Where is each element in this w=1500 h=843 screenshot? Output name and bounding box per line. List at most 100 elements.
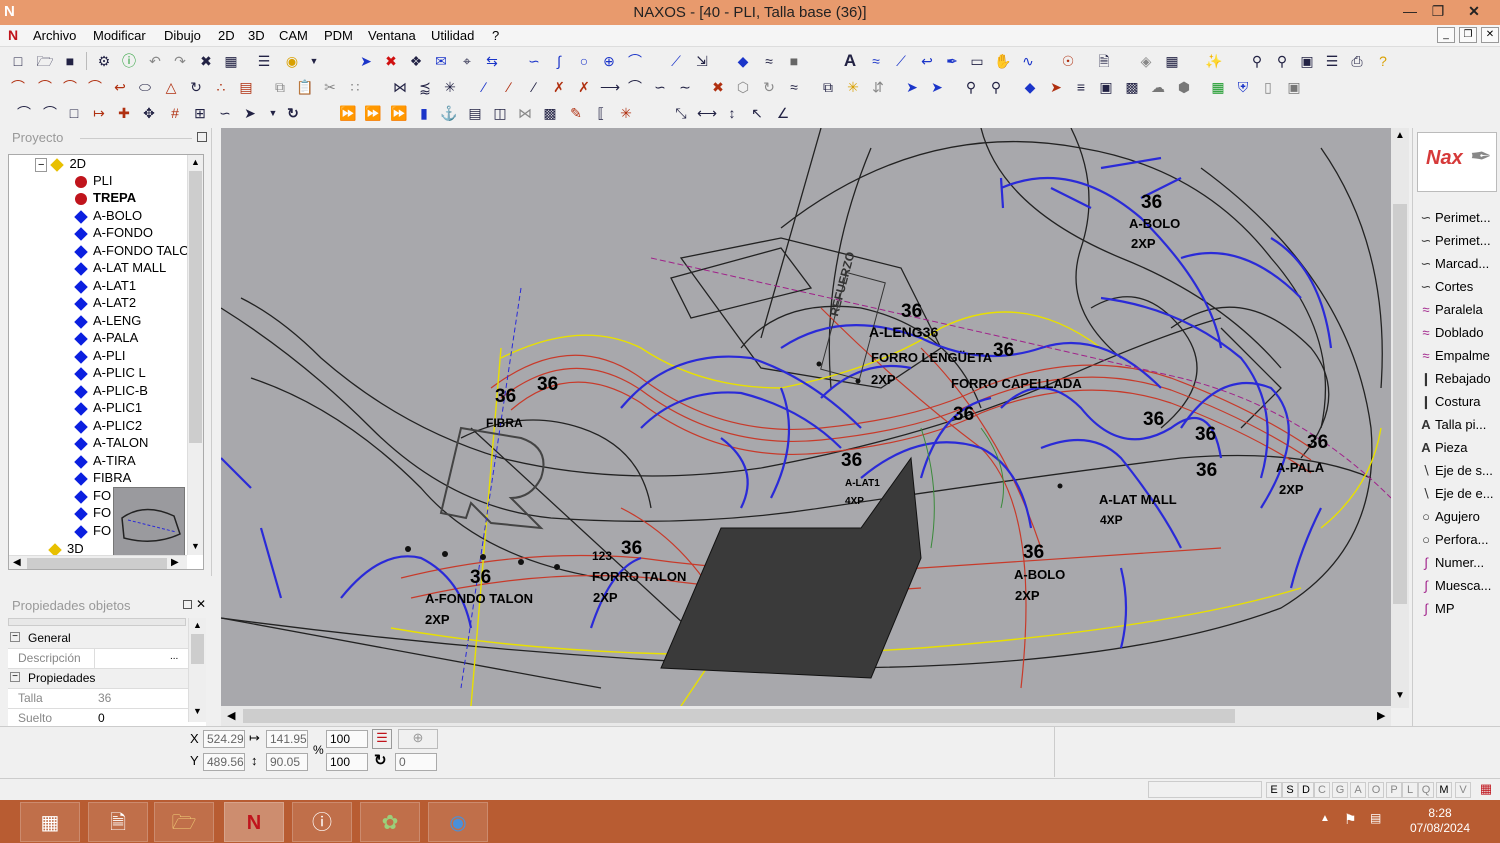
pointer-icon[interactable]: ➤: [240, 103, 260, 123]
sparkle-icon[interactable]: ✳: [616, 103, 636, 123]
tool-perimetro-2[interactable]: ∽ Perimet...: [1417, 233, 1500, 256]
tree-root-2d[interactable]: −2D: [35, 156, 203, 174]
network-icon[interactable]: ▦: [1476, 781, 1496, 799]
tree-vscroll[interactable]: ▲ ▼: [187, 155, 203, 555]
tool-perforacion[interactable]: ○ Perfora...: [1417, 532, 1500, 555]
properties-icon[interactable]: ▦: [221, 51, 241, 71]
tool-mp[interactable]: ∫ MP: [1417, 601, 1500, 624]
document-icon[interactable]: 🗎: [1094, 51, 1114, 71]
info-taskbar-icon[interactable]: ⓘ: [292, 802, 352, 842]
scroll-up-icon[interactable]: ▲: [191, 157, 200, 167]
diamond-icon[interactable]: ◆: [733, 51, 753, 71]
cross-icon[interactable]: ✚: [114, 103, 134, 123]
step-icon[interactable]: ⌒: [625, 77, 645, 97]
tool-eje-simetria[interactable]: ∖ Eje de s...: [1417, 463, 1500, 486]
menu-3d[interactable]: 3D: [248, 28, 265, 43]
corner-tool2-icon[interactable]: ⌒: [40, 103, 60, 123]
corner-tool-icon[interactable]: ⌒: [14, 103, 34, 123]
tree-item-fibra[interactable]: FIBRA: [74, 470, 203, 488]
tool-agujero[interactable]: ○ Agujero: [1417, 509, 1500, 532]
export-icon[interactable]: ➤: [927, 77, 947, 97]
tool-doblado[interactable]: ≈ Doblado: [1417, 325, 1500, 348]
fade-icon[interactable]: ⏩: [389, 103, 409, 123]
mode-flag-l[interactable]: L: [1402, 782, 1418, 798]
undo-icon[interactable]: ↶: [145, 51, 165, 71]
triangle-icon[interactable]: △: [161, 77, 181, 97]
align-icon[interactable]: ≡: [1071, 77, 1091, 97]
tree-item-a-fondo[interactable]: A-FONDO: [74, 225, 203, 243]
menu-dibujo[interactable]: Dibujo: [164, 28, 201, 43]
select-icon[interactable]: ➤: [356, 51, 376, 71]
plus-box-icon[interactable]: ⊞: [190, 103, 210, 123]
cylinder-icon[interactable]: ▮: [414, 103, 434, 123]
mode-flag-o[interactable]: O: [1368, 782, 1384, 798]
flag-icon[interactable]: ⚑: [1344, 811, 1357, 828]
scroll-thumb[interactable]: [1393, 204, 1407, 604]
bracket-icon[interactable]: ⟦: [591, 103, 611, 123]
zigzag-icon[interactable]: ≈: [759, 51, 779, 71]
menu-utilidad[interactable]: Utilidad: [431, 28, 474, 43]
wand-icon[interactable]: ✨: [1204, 51, 1224, 71]
cursor-icon[interactable]: ➤: [1046, 77, 1066, 97]
hook-icon[interactable]: ↩: [917, 51, 937, 71]
menu-pdm[interactable]: PDM: [324, 28, 353, 43]
mode-flag-v[interactable]: V: [1455, 782, 1471, 798]
x-coordinate-field[interactable]: 524.29: [203, 730, 245, 748]
tree-hscroll[interactable]: ◀ ▶: [9, 555, 187, 569]
pattern-drawing[interactable]: [221, 128, 1391, 706]
magnify-minus-icon[interactable]: ⚲: [986, 77, 1006, 97]
chevron-down-icon[interactable]: ▼: [263, 103, 283, 123]
radius-icon[interactable]: ↖: [747, 103, 767, 123]
zoom-icon[interactable]: ⚲: [1247, 51, 1267, 71]
break-icon[interactable]: ✗: [549, 77, 569, 97]
tree-item-trepa[interactable]: TREPA: [75, 190, 203, 208]
mode-flag-d[interactable]: D: [1298, 782, 1314, 798]
delete-icon[interactable]: ✖: [196, 51, 216, 71]
scribble-icon[interactable]: ≈: [784, 77, 804, 97]
chrome-taskbar-icon[interactable]: ◉: [428, 802, 488, 842]
tool-cortes[interactable]: ∽ Cortes: [1417, 279, 1500, 302]
mode-flag-p[interactable]: P: [1386, 782, 1402, 798]
remove-icon[interactable]: ✖: [381, 51, 401, 71]
vertical-dim-icon[interactable]: ↕: [722, 103, 742, 123]
scroll-down-icon[interactable]: ▼: [191, 541, 200, 551]
close-icon[interactable]: ✕: [1456, 0, 1492, 22]
block-icon[interactable]: ■: [784, 51, 804, 71]
tool-pieza[interactable]: A Pieza: [1417, 440, 1500, 463]
scale-x-field[interactable]: 100: [326, 730, 368, 748]
import-icon[interactable]: ➤: [902, 77, 922, 97]
tree-item-a-fondo-talo[interactable]: A-FONDO TALO: [74, 243, 203, 261]
tool-marcado[interactable]: ∽ Marcad...: [1417, 256, 1500, 279]
paste-icon[interactable]: 📋: [295, 77, 315, 97]
corner-icon[interactable]: ⌒: [8, 77, 28, 97]
spline-icon[interactable]: ∫: [549, 51, 569, 71]
tilde-icon[interactable]: ∼: [675, 77, 695, 97]
flip-icon[interactable]: ⪷: [415, 77, 435, 97]
stack-icon[interactable]: ▣: [1284, 77, 1304, 97]
mdi-close-icon[interactable]: ✕: [1481, 27, 1499, 43]
offset-icon[interactable]: ∕: [474, 77, 494, 97]
node-icon[interactable]: ⇲: [692, 51, 712, 71]
window-icon[interactable]: ⧉: [818, 77, 838, 97]
menu-archivo[interactable]: Archivo: [33, 28, 76, 43]
smooth-icon[interactable]: ∽: [650, 77, 670, 97]
chevron-down-icon[interactable]: ▼: [304, 51, 324, 71]
rotate-shape-icon[interactable]: ↻: [186, 77, 206, 97]
tool-rebajado[interactable]: ❙ Rebajado: [1417, 371, 1500, 394]
mirror-icon[interactable]: ⋈: [390, 77, 410, 97]
trim-icon[interactable]: ∕: [499, 77, 519, 97]
rotate-icon[interactable]: ↻: [374, 751, 387, 769]
curve-edit-icon[interactable]: ∽: [215, 103, 235, 123]
mode-flag-q[interactable]: Q: [1418, 782, 1434, 798]
info-icon[interactable]: ⓘ: [119, 51, 139, 71]
transfer-icon[interactable]: ⇆: [482, 51, 502, 71]
open-folder-icon[interactable]: 🗁: [35, 51, 55, 71]
scroll-left-icon[interactable]: ◀: [227, 709, 235, 722]
image-icon[interactable]: ▦: [1208, 77, 1228, 97]
clock[interactable]: 8:28 07/08/2024: [1400, 806, 1480, 836]
circle-icon[interactable]: ○: [574, 51, 594, 71]
arc-icon[interactable]: ⌒: [625, 51, 645, 71]
join-icon[interactable]: ✗: [574, 77, 594, 97]
prop-value[interactable]: 0: [98, 711, 105, 725]
frame-icon[interactable]: ▩: [1122, 77, 1142, 97]
